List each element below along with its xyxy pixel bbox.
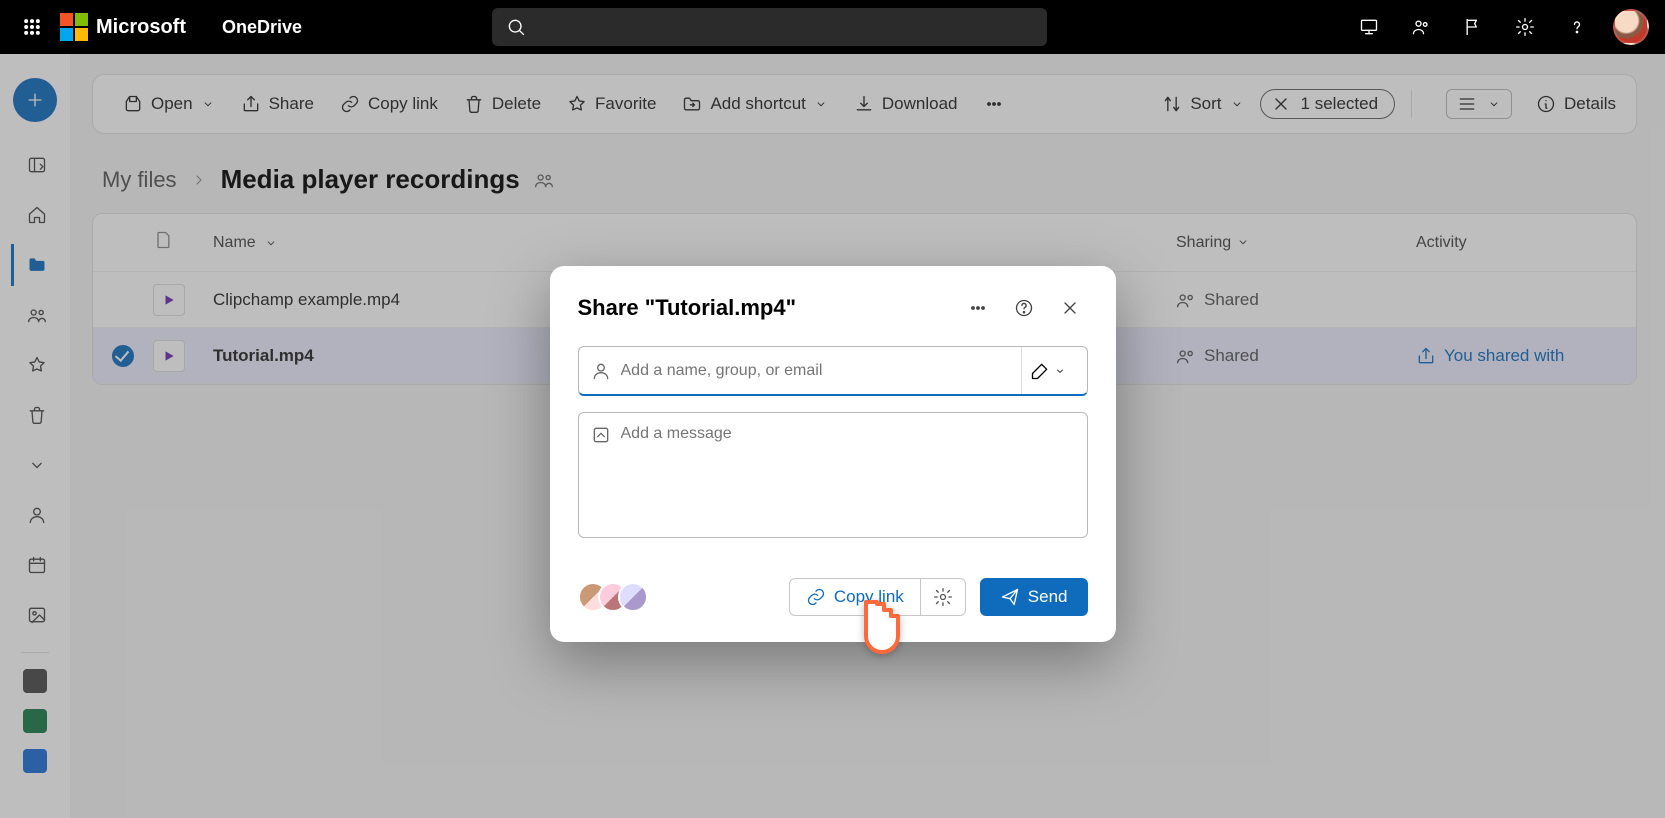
app-launcher-icon[interactable] (8, 3, 56, 51)
search-input[interactable] (492, 8, 1047, 46)
permission-picker[interactable] (1021, 347, 1075, 394)
note-icon (591, 425, 611, 445)
app-name[interactable]: OneDrive (222, 17, 302, 38)
microsoft-logo-text: Microsoft (96, 16, 186, 39)
share-dialog: Share "Tutorial.mp4" (550, 266, 1116, 642)
send-button[interactable]: Send (980, 578, 1088, 616)
link-icon (806, 587, 826, 607)
help-icon (1014, 298, 1034, 318)
message-input[interactable] (621, 425, 1075, 525)
dialog-title: Share "Tutorial.mp4" (578, 295, 950, 321)
gear-icon[interactable] (1501, 3, 1549, 51)
message-field[interactable] (578, 412, 1088, 538)
microsoft-logo[interactable]: Microsoft (60, 13, 186, 41)
shared-with-avatars[interactable] (578, 582, 648, 612)
copylink-group: Copy link (789, 578, 966, 616)
link-settings-button[interactable] (920, 579, 965, 615)
avatar (618, 582, 648, 612)
more-icon (968, 298, 988, 318)
desktop-icon[interactable] (1345, 3, 1393, 51)
search-icon (506, 17, 526, 37)
teams-icon[interactable] (1397, 3, 1445, 51)
pencil-icon (1030, 361, 1050, 381)
help-icon[interactable] (1553, 3, 1601, 51)
modal-overlay: Share "Tutorial.mp4" (0, 54, 1665, 818)
chevron-down-icon (1054, 365, 1066, 377)
suite-header: Microsoft OneDrive (0, 0, 1665, 54)
account-avatar[interactable] (1613, 9, 1649, 45)
flag-icon[interactable] (1449, 3, 1497, 51)
person-icon (591, 361, 611, 381)
send-label: Send (1028, 587, 1068, 607)
recipient-input[interactable] (621, 362, 1011, 380)
dialog-help-button[interactable] (1006, 290, 1042, 326)
dialog-close-button[interactable] (1052, 290, 1088, 326)
send-icon (1000, 587, 1020, 607)
copylink-button[interactable]: Copy link (790, 579, 920, 615)
gear-icon (933, 587, 953, 607)
copylink-label: Copy link (834, 587, 904, 607)
microsoft-logo-icon (60, 13, 88, 41)
close-icon (1060, 298, 1080, 318)
recipient-field[interactable] (578, 346, 1088, 396)
dialog-more-button[interactable] (960, 290, 996, 326)
